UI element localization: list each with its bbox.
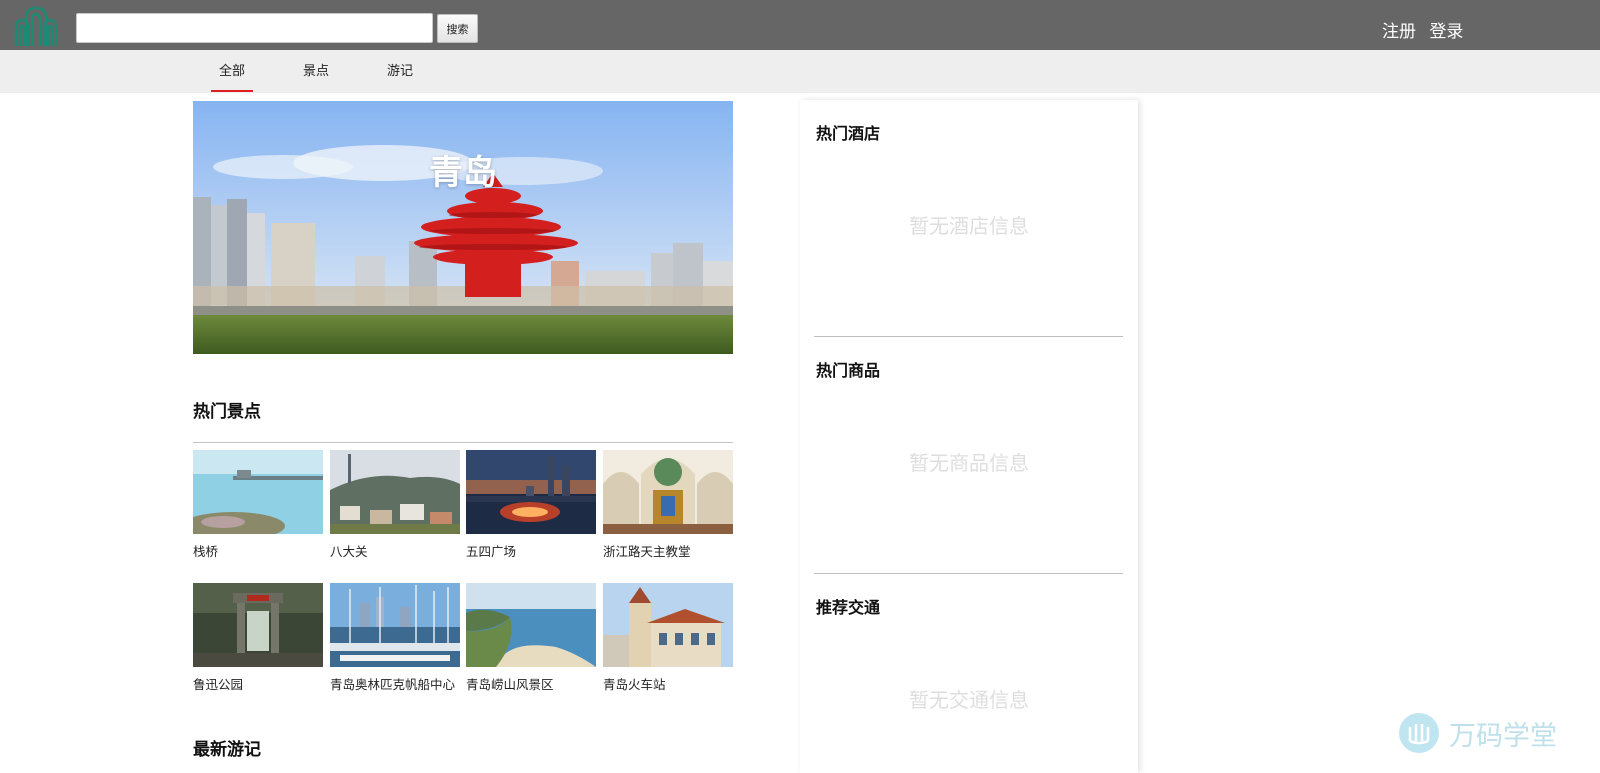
attraction-card[interactable]: 青岛崂山风景区 bbox=[466, 583, 596, 695]
attraction-name[interactable]: 八大关 bbox=[330, 541, 368, 560]
may-fourth-square-night-photo[interactable] bbox=[466, 450, 596, 534]
attraction-name[interactable]: 浙江路天主教堂 bbox=[603, 541, 691, 560]
hot-attractions-heading: 热门景点 bbox=[193, 402, 261, 422]
attraction-name[interactable]: 青岛奥林匹克帆船中心 bbox=[330, 674, 455, 693]
hot-hotels-heading: 热门酒店 bbox=[816, 124, 881, 143]
attraction-name[interactable]: 鲁迅公园 bbox=[193, 674, 243, 693]
sidebar-panel: 热门酒店 暂无酒店信息 热门商品 暂无商品信息 推荐交通 暂无交通信息 bbox=[800, 100, 1138, 773]
qingdao-may-fourth-sculpture-image bbox=[193, 101, 733, 354]
register-link[interactable]: 注册 bbox=[1382, 22, 1416, 42]
attraction-card[interactable]: 青岛奥林匹克帆船中心 bbox=[330, 583, 460, 695]
goods-empty-message: 暂无商品信息 bbox=[909, 451, 1029, 475]
attraction-card[interactable]: 五四广场 bbox=[466, 450, 596, 562]
wanma-logo-icon bbox=[1399, 713, 1439, 753]
attraction-card[interactable]: 浙江路天主教堂 bbox=[603, 450, 733, 562]
attraction-name[interactable]: 栈桥 bbox=[193, 541, 218, 560]
latest-travelogues-heading: 最新游记 bbox=[193, 740, 261, 760]
attraction-name[interactable]: 青岛崂山风景区 bbox=[466, 674, 554, 693]
city-hero-banner: 青岛 bbox=[193, 101, 733, 354]
luxun-park-photo[interactable] bbox=[193, 583, 323, 667]
tab-all[interactable]: 全部 bbox=[211, 50, 253, 93]
building-logo-icon[interactable] bbox=[12, 4, 62, 46]
tab-attractions[interactable]: 景点 bbox=[302, 50, 330, 93]
watermark-text: 万码学堂 bbox=[1449, 721, 1557, 752]
laoshan-scenic-area-photo[interactable] bbox=[466, 583, 596, 667]
tab-travelogues[interactable]: 游记 bbox=[386, 50, 414, 93]
auth-links: 注册 登录 bbox=[1382, 17, 1463, 42]
zhejiang-road-church-photo[interactable] bbox=[603, 450, 733, 534]
attraction-card[interactable]: 栈桥 bbox=[193, 450, 323, 562]
search-input[interactable] bbox=[76, 13, 433, 43]
hotels-empty-message: 暂无酒店信息 bbox=[909, 214, 1029, 238]
attraction-card[interactable]: 鲁迅公园 bbox=[193, 583, 323, 695]
top-header: 搜索 注册 登录 bbox=[0, 0, 1600, 50]
attraction-name[interactable]: 青岛火车站 bbox=[603, 674, 666, 693]
sidebar-divider bbox=[814, 573, 1123, 574]
attraction-card[interactable]: 青岛火车站 bbox=[603, 583, 733, 695]
hot-goods-heading: 热门商品 bbox=[816, 361, 881, 380]
login-link[interactable]: 登录 bbox=[1429, 22, 1463, 42]
attraction-card[interactable]: 八大关 bbox=[330, 450, 460, 562]
olympic-sailing-center-photo[interactable] bbox=[330, 583, 460, 667]
search-button[interactable]: 搜索 bbox=[437, 14, 478, 43]
category-tabs: 全部 景点 游记 bbox=[0, 50, 1600, 93]
transport-empty-message: 暂无交通信息 bbox=[909, 688, 1029, 712]
attraction-name[interactable]: 五四广场 bbox=[466, 541, 516, 560]
attractions-divider bbox=[193, 442, 733, 443]
sidebar-divider bbox=[814, 336, 1123, 337]
qingdao-railway-station-photo[interactable] bbox=[603, 583, 733, 667]
city-name-title: 青岛 bbox=[429, 153, 497, 193]
badaguan-photo[interactable] bbox=[330, 450, 460, 534]
recommended-transport-heading: 推荐交通 bbox=[816, 598, 881, 617]
zhanqiao-photo[interactable] bbox=[193, 450, 323, 534]
